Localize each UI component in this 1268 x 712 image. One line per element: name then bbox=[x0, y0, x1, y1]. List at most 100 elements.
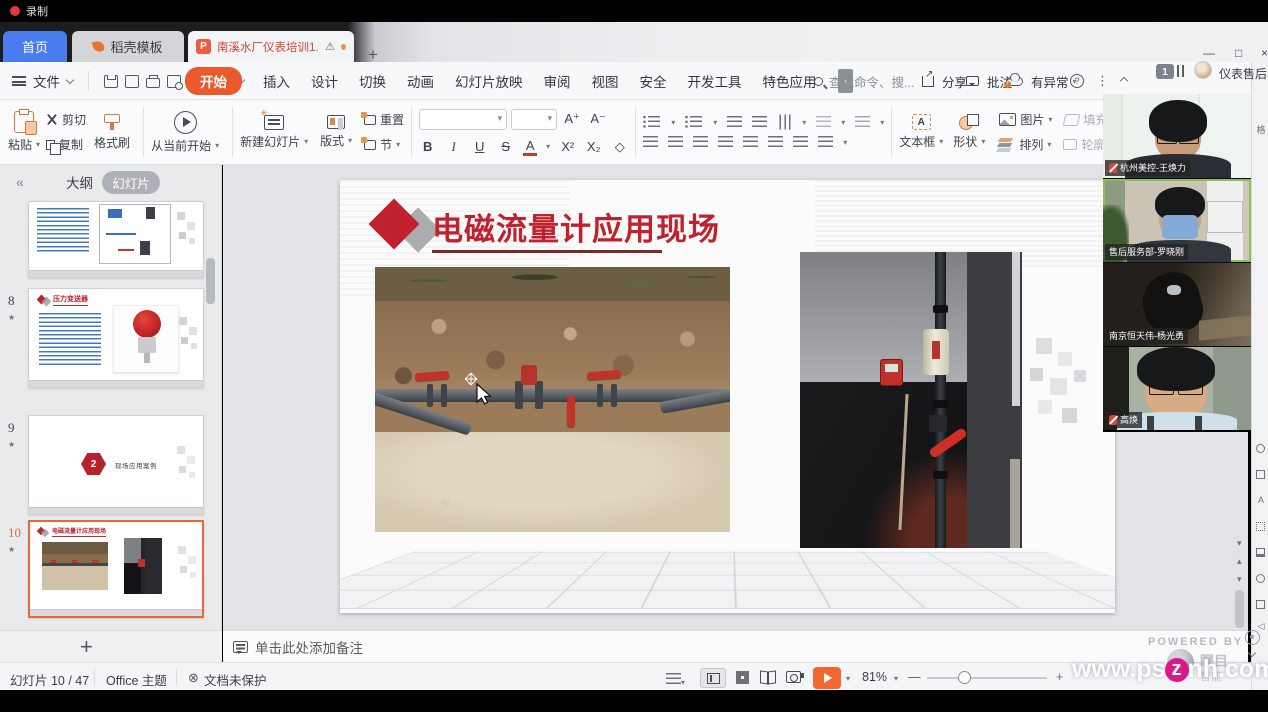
maximize-button[interactable]: □ bbox=[1235, 46, 1242, 60]
participant-video-1[interactable]: 杭州美控-王焕力 bbox=[1103, 94, 1251, 178]
superscript-button[interactable]: X² bbox=[559, 139, 576, 154]
protection-status[interactable]: 文档未保护 bbox=[204, 670, 267, 689]
search-input[interactable]: 查找命令、搜... bbox=[829, 72, 914, 91]
print-preview-icon[interactable] bbox=[167, 75, 181, 88]
format-painter-button[interactable]: 格式刷 bbox=[94, 114, 130, 151]
shrink-font-button[interactable]: A⁻ bbox=[587, 111, 609, 127]
align-center-button[interactable] bbox=[668, 136, 683, 148]
rail-text-icon[interactable]: A bbox=[1256, 496, 1266, 505]
tab-home[interactable]: 首页 bbox=[3, 31, 67, 62]
tab-view[interactable]: 视图 bbox=[592, 71, 619, 91]
participant-video-4[interactable]: 高焕 bbox=[1103, 346, 1251, 430]
slide-thumbnail-9[interactable]: 2 现场应用案例 bbox=[28, 415, 204, 515]
tab-insert[interactable]: 插入 bbox=[263, 71, 290, 91]
collapse-panel-button[interactable]: « bbox=[16, 174, 24, 190]
slideshow-view-button[interactable] bbox=[786, 671, 801, 683]
rail-chart-icon[interactable] bbox=[1256, 548, 1265, 557]
numbering-button[interactable] bbox=[685, 116, 703, 128]
minimize-button[interactable]: — bbox=[1203, 46, 1215, 60]
view-menu-button[interactable]: ▾ bbox=[666, 673, 685, 688]
tab-slideshow[interactable]: 幻灯片放映 bbox=[455, 71, 523, 91]
more-options-icon[interactable]: ⋮ bbox=[1096, 73, 1109, 89]
section-button[interactable]: 节▾ bbox=[364, 136, 404, 153]
normal-view-button[interactable] bbox=[700, 668, 726, 688]
layout-button[interactable]: 版式▾ bbox=[320, 115, 352, 149]
line-spacing-button[interactable] bbox=[768, 136, 783, 148]
align-right-button[interactable] bbox=[693, 136, 708, 148]
text-box-button[interactable]: A 文本框▾ bbox=[899, 114, 943, 150]
new-tab-button[interactable]: + bbox=[368, 48, 378, 62]
decrease-indent-button[interactable] bbox=[727, 116, 742, 128]
grow-font-button[interactable]: A⁺ bbox=[561, 111, 583, 127]
save-icon[interactable] bbox=[104, 75, 118, 88]
slideshow-play-button[interactable] bbox=[813, 667, 841, 689]
tab-design[interactable]: 设计 bbox=[311, 71, 338, 91]
subscript-button[interactable]: X₂ bbox=[585, 139, 602, 154]
tab-review[interactable]: 审阅 bbox=[544, 71, 571, 91]
slide-sorter-button[interactable] bbox=[736, 671, 749, 684]
justify-button[interactable] bbox=[718, 136, 733, 148]
rail-settings-icon[interactable] bbox=[1256, 574, 1265, 583]
participant-video-2-speaking[interactable]: 售后服务部-罗晓刚 bbox=[1103, 178, 1251, 262]
line-options-button[interactable] bbox=[816, 116, 831, 128]
shapes-button[interactable]: 形状▾ bbox=[953, 114, 985, 150]
tab-templates[interactable]: 稻壳模板 bbox=[72, 31, 184, 62]
tab-animation[interactable]: 动画 bbox=[407, 71, 434, 91]
increase-indent-button[interactable] bbox=[752, 116, 767, 128]
share-icon[interactable] bbox=[922, 76, 934, 87]
cut-button[interactable]: 剪切 bbox=[46, 111, 86, 128]
rail-image-icon[interactable] bbox=[1256, 600, 1265, 609]
next-slide-icon[interactable]: ▾ bbox=[1237, 574, 1242, 585]
scroll-down-icon[interactable]: ▾ bbox=[1237, 538, 1242, 549]
zoom-slider-track[interactable] bbox=[927, 677, 1047, 679]
underline-button[interactable]: U bbox=[471, 139, 488, 154]
notes-placeholder[interactable]: 单击此处添加备注 bbox=[255, 637, 363, 657]
copy-button[interactable]: 复制 bbox=[46, 136, 86, 153]
tab-slides[interactable]: 幻灯片 bbox=[102, 171, 160, 194]
help-icon[interactable]: ? bbox=[1070, 74, 1084, 88]
sync-status[interactable]: 有异常 bbox=[1031, 72, 1069, 91]
slide-canvas[interactable]: 电磁流量计应用现场 bbox=[340, 180, 1115, 613]
slide-photo-indoor[interactable] bbox=[800, 252, 1022, 548]
font-size-select[interactable] bbox=[511, 109, 557, 130]
clear-format-button[interactable]: ◇ bbox=[611, 139, 628, 155]
font-family-select[interactable] bbox=[419, 109, 507, 130]
previous-slide-icon[interactable]: ▴ bbox=[1237, 556, 1242, 567]
comment-icon[interactable] bbox=[966, 76, 979, 86]
reset-button[interactable]: 重置 bbox=[364, 111, 404, 128]
tab-outline[interactable]: 大纲 bbox=[66, 172, 93, 192]
theme-name[interactable]: Office 主题 bbox=[106, 670, 167, 689]
slide-photo-outdoor[interactable] bbox=[375, 267, 730, 532]
participant-video-3[interactable]: 南京恒天伟-杨光勇 bbox=[1103, 262, 1251, 346]
paste-button[interactable]: 粘贴▾ bbox=[8, 111, 40, 153]
play-from-current-button[interactable]: 从当前开始▾ bbox=[151, 111, 219, 154]
add-slide-button[interactable]: + bbox=[80, 634, 93, 660]
cloud-sync-icon[interactable]: ! bbox=[1006, 77, 1023, 86]
zoom-level[interactable]: 81% bbox=[862, 670, 887, 684]
strikethrough-button[interactable]: S bbox=[497, 139, 514, 154]
arrange-button[interactable]: 排列▾ bbox=[999, 136, 1051, 153]
hamburger-icon[interactable] bbox=[12, 76, 26, 86]
canvas-scrollbar[interactable] bbox=[1235, 590, 1244, 628]
font-color-button[interactable]: A bbox=[523, 138, 537, 156]
align-left-button[interactable] bbox=[643, 136, 658, 148]
export-icon[interactable] bbox=[125, 75, 139, 88]
rail-grid-icon[interactable] bbox=[1256, 522, 1265, 531]
highlight-lines-button[interactable] bbox=[855, 116, 870, 128]
slide-thumbnail-partial[interactable] bbox=[28, 201, 204, 278]
bold-button[interactable]: B bbox=[419, 139, 436, 154]
slide-title[interactable]: 电磁流量计应用现场 bbox=[432, 204, 720, 249]
picture-button[interactable]: 图片▾ bbox=[999, 111, 1052, 128]
reading-view-button[interactable] bbox=[760, 671, 776, 683]
zoom-in-button[interactable]: + bbox=[1056, 670, 1063, 684]
zoom-out-button[interactable]: — bbox=[908, 670, 921, 684]
new-slide-button[interactable]: 新建幻灯片▾ bbox=[240, 115, 308, 150]
rail-object-icon[interactable] bbox=[1256, 470, 1265, 479]
slide-thumbnail-8[interactable]: 压力变送器 bbox=[28, 288, 204, 388]
tab-special-apps[interactable]: 特色应用 bbox=[763, 71, 817, 91]
share-button[interactable]: 分享 bbox=[942, 72, 967, 91]
distribute-button[interactable] bbox=[743, 136, 758, 148]
tab-start[interactable]: 开始 bbox=[185, 67, 242, 95]
rail-shape-icon[interactable] bbox=[1256, 444, 1265, 453]
tab-transitions[interactable]: 切换 bbox=[359, 71, 386, 91]
